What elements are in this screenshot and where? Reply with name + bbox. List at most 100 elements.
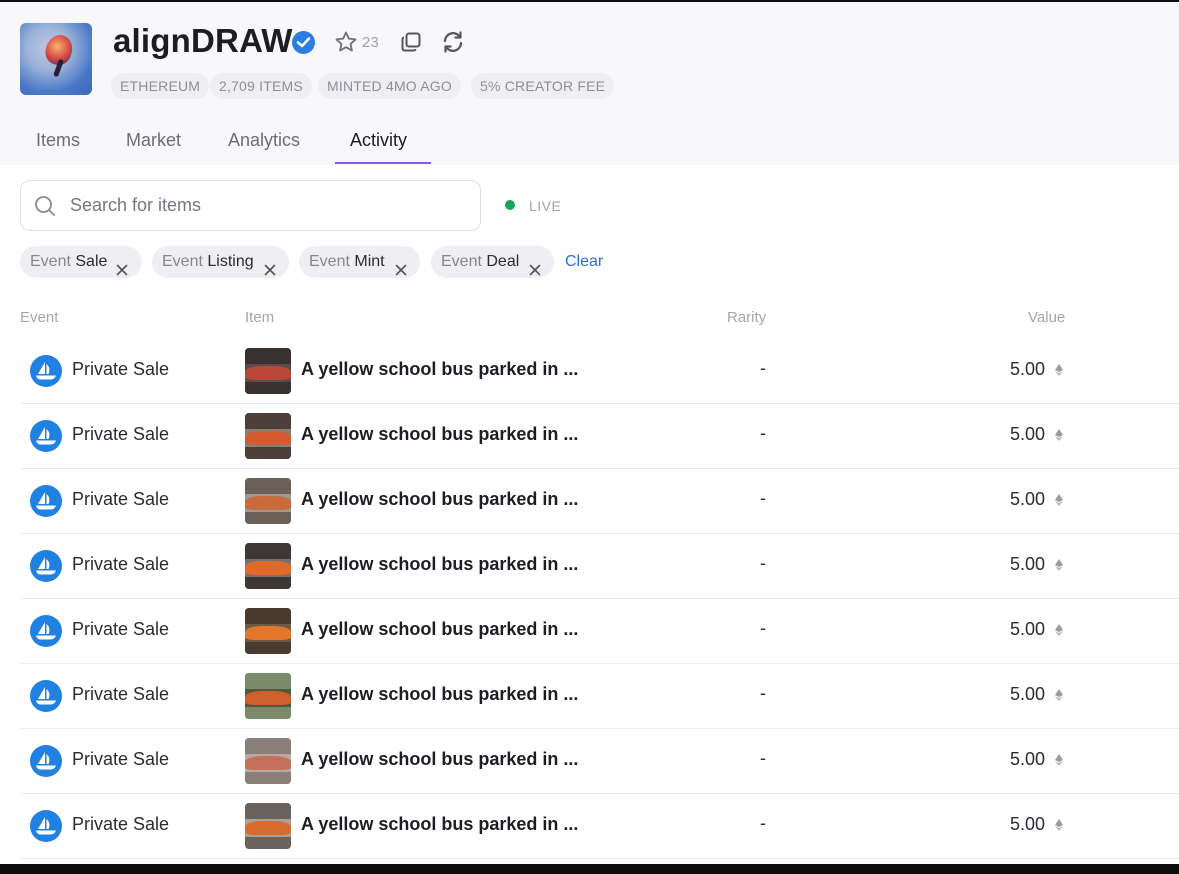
ethereum-icon (1055, 753, 1063, 771)
item-name-link[interactable]: A yellow school bus parked in ... (301, 684, 578, 705)
item-thumbnail[interactable] (245, 543, 291, 589)
table-row[interactable]: Private Sale A yellow school bus parked i… (20, 404, 1179, 469)
item-thumbnail[interactable] (245, 348, 291, 394)
search-input[interactable] (70, 181, 470, 230)
filter-chip-deal[interactable]: Event Deal (431, 246, 554, 278)
rarity-value: - (760, 748, 766, 768)
collection-header: alignDRAW 23 ETHEREUM 2,709 ITEMS MINTED… (0, 2, 1179, 165)
table-row[interactable]: Private Sale A yellow school bus parked i… (20, 469, 1179, 534)
search-icon (34, 195, 56, 222)
rarity-value: - (760, 553, 766, 573)
opensea-icon (30, 355, 62, 387)
item-name-link[interactable]: A yellow school bus parked in ... (301, 749, 578, 770)
item-name-link[interactable]: A yellow school bus parked in ... (301, 359, 578, 380)
clear-filters-link[interactable]: Clear (565, 253, 603, 271)
tab-analytics[interactable]: Analytics (228, 130, 300, 151)
rarity-value: - (760, 423, 766, 443)
event-label: Private Sale (72, 749, 170, 769)
rarity-value: - (760, 488, 766, 508)
collection-title: alignDRAW (113, 22, 293, 59)
column-header-event: Event (20, 309, 59, 326)
filter-value: Deal (486, 253, 520, 270)
table-row[interactable]: Private Sale A yellow school bus parked i… (20, 339, 1179, 404)
close-icon[interactable] (264, 256, 276, 288)
event-label: Private Sale (72, 359, 170, 379)
close-icon[interactable] (395, 256, 407, 288)
item-name-link[interactable]: A yellow school bus parked in ... (301, 554, 578, 575)
tag-minted: MINTED 4MO AGO (318, 73, 461, 99)
item-thumbnail[interactable] (245, 413, 291, 459)
page: alignDRAW 23 ETHEREUM 2,709 ITEMS MINTED… (0, 2, 1179, 864)
filter-value: Mint (354, 253, 385, 270)
item-name-link[interactable]: A yellow school bus parked in ... (301, 619, 578, 640)
filter-key: Event (30, 253, 71, 270)
price-value: 5.00 (1010, 684, 1046, 704)
rarity-value: - (760, 813, 766, 833)
table-row[interactable]: Private Sale A yellow school bus parked i… (20, 534, 1179, 599)
price-value: 5.00 (1010, 814, 1046, 834)
item-thumbnail[interactable] (245, 673, 291, 719)
item-thumbnail[interactable] (245, 608, 291, 654)
collection-avatar (20, 23, 92, 95)
tag-item-count: 2,709 ITEMS (210, 73, 312, 99)
event-label: Private Sale (72, 489, 170, 509)
price-value: 5.00 (1010, 749, 1046, 769)
tag-creator-fee: 5% CREATOR FEE (471, 73, 615, 99)
price-value: 5.00 (1010, 554, 1046, 574)
item-name-link[interactable]: A yellow school bus parked in ... (301, 424, 578, 445)
filter-value: Listing (207, 253, 254, 270)
ethereum-icon (1055, 558, 1063, 576)
price-value: 5.00 (1010, 424, 1046, 444)
opensea-icon (30, 615, 62, 647)
window-bottom-edge (0, 864, 1179, 874)
tab-items[interactable]: Items (36, 130, 80, 151)
table-row[interactable]: Private Sale A yellow school bus parked i… (20, 794, 1179, 859)
item-thumbnail[interactable] (245, 738, 291, 784)
copy-icon[interactable] (400, 31, 422, 58)
column-header-value: Value (1028, 309, 1066, 326)
filter-value: Sale (75, 253, 108, 270)
table-row[interactable]: Private Sale A yellow school bus parked i… (20, 729, 1179, 794)
opensea-icon (30, 810, 62, 842)
search-box (20, 180, 481, 231)
opensea-icon (30, 745, 62, 777)
tag-chain: ETHEREUM (111, 73, 210, 99)
ethereum-icon (1055, 623, 1063, 641)
tab-activity[interactable]: Activity (350, 130, 407, 151)
star-icon[interactable] (334, 30, 358, 59)
table-row[interactable]: Private Sale A yellow school bus parked i… (20, 599, 1179, 664)
item-thumbnail[interactable] (245, 803, 291, 849)
tab-market[interactable]: Market (126, 130, 181, 151)
close-icon[interactable] (116, 256, 128, 288)
filter-chip-listing[interactable]: Event Listing (152, 246, 289, 278)
filter-chip-mint[interactable]: Event Mint (299, 246, 420, 278)
opensea-icon (30, 680, 62, 712)
star-count: 23 (362, 34, 379, 51)
table-row[interactable]: Private Sale A yellow school bus parked i… (20, 664, 1179, 729)
ethereum-icon (1055, 428, 1063, 446)
rarity-value: - (760, 683, 766, 703)
live-status-dot (505, 200, 515, 210)
item-name-link[interactable]: A yellow school bus parked in ... (301, 489, 578, 510)
filter-key: Event (162, 253, 203, 270)
item-name-link[interactable]: A yellow school bus parked in ... (301, 814, 578, 835)
live-status-label: LIVE (529, 198, 562, 214)
refresh-icon[interactable] (441, 30, 465, 59)
event-label: Private Sale (72, 424, 170, 444)
opensea-icon (30, 550, 62, 582)
verified-check-icon (292, 31, 315, 54)
rarity-value: - (760, 618, 766, 638)
opensea-icon (30, 485, 62, 517)
active-tab-indicator (335, 162, 431, 164)
close-icon[interactable] (529, 256, 541, 288)
event-label: Private Sale (72, 619, 170, 639)
price-value: 5.00 (1010, 359, 1046, 379)
item-thumbnail[interactable] (245, 478, 291, 524)
tab-bar: Items Market Analytics Activity (0, 120, 1179, 165)
event-label: Private Sale (72, 684, 170, 704)
rarity-value: - (760, 358, 766, 378)
opensea-icon (30, 420, 62, 452)
column-header-item: Item (245, 309, 275, 326)
event-label: Private Sale (72, 814, 170, 834)
filter-chip-sale[interactable]: Event Sale (20, 246, 142, 278)
